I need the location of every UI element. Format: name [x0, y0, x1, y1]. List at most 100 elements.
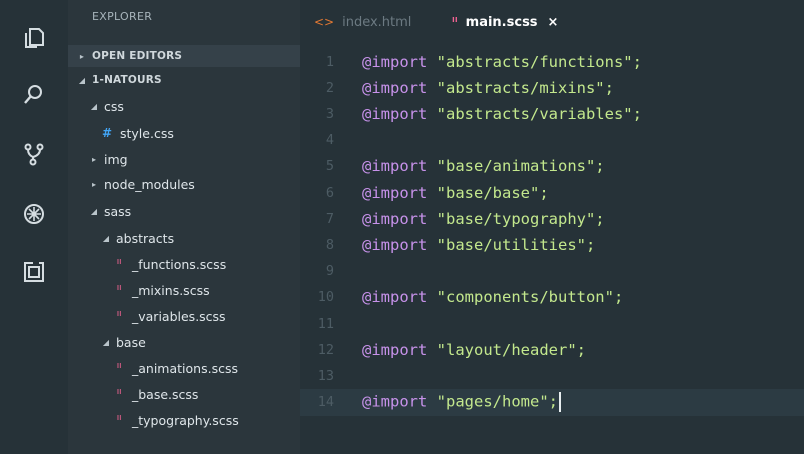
scss-file-icon: ᐦ — [116, 361, 122, 375]
tree-item-label: _animations.scss — [132, 360, 238, 376]
file-item[interactable]: # style.css — [68, 122, 332, 144]
code-text: @import "abstracts/variables"; — [362, 105, 642, 123]
tree-item-label: node_modules — [104, 176, 195, 192]
folder-item[interactable]: ▸ node_modules — [68, 173, 320, 195]
search-icon[interactable] — [20, 80, 48, 108]
code-line[interactable]: 12 @import "layout/header"; — [300, 336, 804, 363]
tree-item-label: _mixins.scss — [132, 282, 210, 298]
keyword-token: @import — [362, 235, 428, 254]
folder-item[interactable]: ◢ css — [68, 95, 320, 117]
vscode-window: EXPLORER ▸ OPEN EDITORS ◢ 1-NATOURS ◢ css # sty… — [0, 0, 804, 454]
tab-label: index.html — [342, 14, 412, 30]
code-line[interactable]: 11 — [300, 310, 804, 337]
code-text: @import "abstracts/functions"; — [362, 53, 642, 71]
tab-main-scss[interactable]: ᐦ main.scss × — [452, 0, 558, 44]
code-line[interactable]: 7 @import "base/typography"; — [300, 205, 804, 232]
code-text: @import "base/utilities"; — [362, 236, 595, 254]
folder-item[interactable]: ◢ base — [68, 331, 332, 353]
string-token: "base/base"; — [436, 183, 549, 202]
keyword-token: @import — [362, 392, 428, 411]
code-line[interactable]: 3 @import "abstracts/variables"; — [300, 100, 804, 127]
line-number: 13 — [317, 367, 334, 384]
tab-label: main.scss — [465, 14, 538, 30]
keyword-token: @import — [362, 340, 428, 359]
string-token: "abstracts/mixins"; — [436, 78, 614, 97]
chevron-down-icon[interactable]: ◢ — [76, 76, 88, 85]
chevron-right-icon[interactable]: ▸ — [88, 180, 100, 189]
string-token: "abstracts/variables"; — [436, 104, 642, 123]
keyword-token: @import — [362, 157, 428, 176]
tab-index-html[interactable]: <> index.html — [314, 0, 411, 44]
keyword-token: @import — [362, 78, 428, 97]
line-number: 3 — [325, 105, 334, 122]
chevron-down-icon[interactable]: ◢ — [100, 234, 112, 243]
string-token: "base/utilities"; — [436, 235, 596, 254]
keyword-token: @import — [362, 209, 428, 228]
chevron-down-icon[interactable]: ◢ — [100, 338, 112, 347]
code-line[interactable]: 5 @import "base/animations"; — [300, 153, 804, 180]
activity-bar — [0, 0, 68, 454]
line-number: 10 — [317, 289, 334, 306]
chevron-down-icon[interactable]: ◢ — [88, 102, 100, 111]
chevron-right-icon[interactable]: ▸ — [76, 52, 88, 61]
line-number: 12 — [317, 341, 334, 358]
string-token: "base/animations"; — [436, 157, 605, 176]
scss-file-icon: ᐦ — [116, 309, 122, 323]
line-number: 5 — [325, 158, 334, 175]
code-line[interactable]: 10 @import "components/button"; — [300, 284, 804, 311]
line-number: 7 — [325, 210, 334, 227]
tree-item-label: css — [104, 98, 124, 114]
code-line[interactable]: 6 @import "base/base"; — [300, 179, 804, 206]
keyword-token: @import — [362, 104, 428, 123]
tree-item-label: base — [116, 334, 146, 350]
code-line[interactable]: 14 @import "pages/home"; — [300, 388, 804, 416]
code-line[interactable]: 1 @import "abstracts/functions"; — [300, 48, 804, 75]
line-number: 11 — [317, 315, 334, 332]
folder-item[interactable]: ◢ sass — [68, 200, 320, 222]
chevron-down-icon[interactable]: ◢ — [88, 207, 100, 216]
chevron-right-icon[interactable]: ▸ — [88, 155, 100, 164]
tree-item-label: _functions.scss — [132, 256, 227, 272]
keyword-token: @import — [362, 183, 428, 202]
files-icon[interactable] — [20, 24, 48, 52]
extensions-icon[interactable] — [20, 258, 48, 286]
scss-file-icon: ᐦ — [116, 413, 122, 427]
explorer-section[interactable]: ◢ 1-NATOURS — [68, 69, 308, 91]
folder-item[interactable]: ▸ img — [68, 148, 320, 170]
code-line[interactable]: 13 — [300, 362, 804, 389]
text-cursor — [559, 392, 561, 413]
debug-icon[interactable] — [20, 200, 48, 228]
tree-item-label: sass — [104, 203, 132, 219]
code-text: @import "pages/home"; — [362, 392, 561, 413]
explorer-sidebar: EXPLORER ▸ OPEN EDITORS ◢ 1-NATOURS ◢ css # sty… — [68, 0, 308, 454]
keyword-token: @import — [362, 288, 428, 307]
string-token: "layout/header"; — [436, 340, 586, 359]
code-line[interactable]: 4 — [300, 127, 804, 154]
string-token: "pages/home"; — [436, 392, 558, 411]
string-token: "base/typography"; — [436, 209, 605, 228]
source-control-icon[interactable] — [20, 140, 48, 168]
code-line[interactable]: 2 @import "abstracts/mixins"; — [300, 74, 804, 101]
code-text: @import "layout/header"; — [362, 341, 586, 359]
scss-file-icon: ᐦ — [452, 15, 458, 29]
tree-item-label: img — [104, 151, 128, 167]
code-line[interactable]: 8 @import "base/utilities"; — [300, 231, 804, 258]
css-file-icon: # — [101, 126, 113, 140]
scss-file-icon: ᐦ — [116, 387, 122, 401]
string-token: "abstracts/functions"; — [436, 52, 642, 71]
scss-file-icon: ᐦ — [116, 257, 122, 271]
keyword-token: @import — [362, 52, 428, 71]
line-number: 4 — [325, 132, 334, 149]
close-icon[interactable]: × — [548, 15, 559, 30]
string-token: "components/button"; — [436, 288, 624, 307]
code-editor[interactable]: 1 @import "abstracts/functions"; 2 @import … — [300, 44, 804, 454]
explorer-section[interactable]: ▸ OPEN EDITORS — [68, 45, 308, 67]
explorer-title: EXPLORER — [92, 10, 153, 23]
tree-item-label: _typography.scss — [132, 412, 239, 428]
code-text: @import "abstracts/mixins"; — [362, 79, 614, 97]
line-number: 9 — [325, 263, 334, 280]
folder-item[interactable]: ◢ abstracts — [68, 227, 332, 249]
tree-item-label: _variables.scss — [132, 308, 226, 324]
tree-item-label: style.css — [120, 125, 174, 141]
code-line[interactable]: 9 — [300, 258, 804, 285]
